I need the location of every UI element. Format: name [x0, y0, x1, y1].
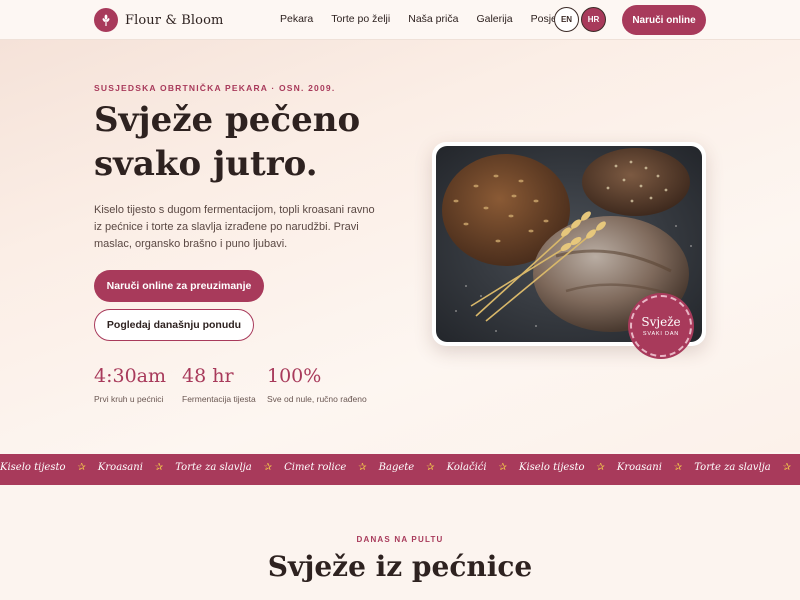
nav-item-torte[interactable]: Torte po želji	[331, 13, 390, 25]
language-switcher: EN HR	[554, 7, 606, 32]
badge-line1: Svježe	[641, 314, 681, 329]
ticker-item: Kroasani	[97, 462, 143, 473]
brand[interactable]: Flour & Bloom	[94, 8, 223, 32]
hero-title: Svježe pečeno svako jutro.	[94, 98, 394, 186]
star-icon: ✰	[426, 462, 435, 473]
ticker-item: Torte za slavlja	[175, 462, 252, 473]
stat-value: 100%	[267, 365, 322, 387]
star-icon: ✰	[596, 462, 605, 473]
hero-eyebrow: SUSJEDSKA OBRTNIČKA PEKARA · OSN. 2009.	[94, 83, 336, 93]
stat-fermentation: 48 hr Fermentacija tijesta	[182, 365, 256, 404]
nav-item-pekara[interactable]: Pekara	[280, 13, 313, 25]
star-icon: ✰	[498, 462, 507, 473]
badge-line2: SVAKI DAN	[642, 330, 680, 337]
star-icon: ✰	[673, 462, 683, 473]
star-icon: ✰	[782, 462, 792, 473]
ticker-item: Kiselo tijesto	[519, 462, 585, 473]
ticker-track: Kiselo tijesto ✰ Kroasani ✰ Torte za slavlja…	[0, 462, 800, 473]
order-pickup-button[interactable]: Naruči online za preuzimanje	[94, 270, 264, 302]
stat-value: 4:30am	[94, 365, 167, 387]
star-icon: ✰	[154, 462, 164, 473]
star-icon: ✰	[263, 462, 273, 473]
star-icon: ✰	[77, 462, 86, 473]
main-nav: Pekara Torte po želji Naša priča Galerij…	[280, 13, 580, 25]
fresh-daily-badge: Svježe SVAKI DAN	[630, 295, 692, 357]
stat-handmade: 100% Sve od nule, ručno rađeno	[267, 365, 367, 404]
view-today-offer-button[interactable]: Pogledaj današnju ponudu	[94, 309, 254, 341]
wheat-icon	[94, 8, 118, 32]
nav-item-nasa-prica[interactable]: Naša priča	[408, 13, 458, 25]
site-header: Flour & Bloom Pekara Torte po želji Naša…	[0, 0, 800, 40]
ticker-item: Torte za slavlja	[694, 462, 771, 473]
lang-hr-button[interactable]: HR	[581, 7, 606, 32]
hero-description: Kiselo tijesto s dugom fermentacijom, to…	[94, 204, 375, 250]
hero-title-line1: Svježe pečeno	[94, 100, 361, 140]
stat-value: 48 hr	[182, 365, 234, 387]
order-online-button[interactable]: Naruči online	[622, 5, 706, 35]
brand-name: Flour & Bloom	[125, 12, 224, 28]
section-eyebrow: DANAS NA PULTU	[356, 535, 444, 544]
stat-label: Prvi kruh u pećnici	[94, 394, 164, 404]
stat-label: Sve od nule, ručno rađeno	[267, 394, 367, 404]
product-ticker: Kiselo tijesto ✰ Kroasani ✰ Torte za slavlja…	[0, 454, 800, 485]
ticker-item: Kiselo tijesto	[0, 462, 66, 473]
nav-item-galerija[interactable]: Galerija	[476, 13, 512, 25]
ticker-item: Kolačići	[446, 462, 487, 473]
ticker-item: Kroasani	[616, 462, 662, 473]
stat-first-bread: 4:30am Prvi kruh u pećnici	[94, 365, 166, 404]
ticker-item: Bagete	[378, 462, 415, 473]
lang-en-button[interactable]: EN	[554, 7, 579, 32]
hero-title-line2: svako jutro.	[94, 144, 318, 184]
stat-label: Fermentacija tijesta	[182, 394, 256, 404]
star-icon: ✰	[358, 462, 367, 473]
section-title: Svježe iz pećnice	[267, 550, 533, 583]
ticker-item: Cimet rolice	[284, 462, 347, 473]
